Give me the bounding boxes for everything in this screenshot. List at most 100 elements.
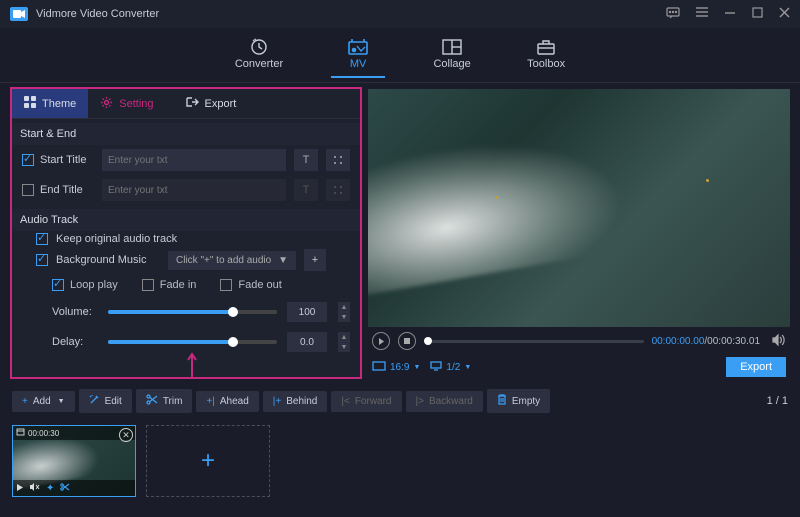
empty-button[interactable]: Empty [487,389,550,413]
add-audio-button[interactable]: + [304,249,326,271]
fadeout-checkbox[interactable] [220,279,232,291]
mute-icon[interactable] [30,483,40,494]
plus-icon: + [22,396,28,407]
export-button[interactable]: Export [726,357,786,377]
ratio-value: 16:9 [390,362,409,373]
start-title-checkbox[interactable] [22,154,34,166]
bottom-toolbar: +Add▼ Edit Trim +|Ahead |+Behind |<Forwa… [0,383,800,419]
stop-button[interactable] [398,332,416,350]
progress-bar[interactable] [424,340,644,343]
section-audio-track: Audio Track [12,209,360,231]
settings-panel: Theme Setting Export Start & End Start T… [10,87,362,379]
aspect-ratio-dropdown[interactable]: 16:9 ▼ [372,361,420,374]
video-preview [368,89,790,327]
end-title-input [102,179,286,201]
delay-up[interactable]: ▲ [338,332,350,342]
expand-icon[interactable] [326,149,350,171]
clip-thumbnail[interactable]: 00:00:30 ✕ ✦ [12,425,136,497]
end-title-checkbox[interactable] [22,184,34,196]
export-icon [186,96,199,111]
forward-button[interactable]: |<Forward [331,391,401,412]
cut-icon[interactable] [60,483,70,494]
mv-icon [347,38,369,56]
volume-slider[interactable] [108,310,277,314]
maximize-icon[interactable] [752,7,763,22]
chevron-down-icon: ▼ [278,255,288,266]
volume-value[interactable]: 100 [287,302,327,322]
nav-toolbox[interactable]: Toolbox [519,34,573,78]
pager: 1 / 1 [767,395,788,407]
play-button[interactable] [372,332,390,350]
ahead-button[interactable]: +|Ahead [196,391,258,412]
collage-icon [441,38,463,56]
tab-label: Theme [42,98,76,110]
delay-slider[interactable] [108,340,277,344]
fadeout-label: Fade out [238,279,281,291]
nav-mv[interactable]: MV [331,34,385,78]
chevron-down-icon: ▼ [413,364,420,371]
tab-setting[interactable]: Setting [88,89,165,118]
fadein-checkbox[interactable] [142,279,154,291]
nav-label: Toolbox [527,58,565,70]
gear-icon [100,96,113,112]
behind-icon: |+ [273,396,281,407]
trash-icon [497,394,507,408]
speed-dropdown[interactable]: 1/2 ▼ [430,361,471,374]
backward-icon: |> [416,396,424,407]
time-display: 00:00:00.00/00:00:30.01 [652,336,760,347]
behind-button[interactable]: |+Behind [263,391,328,412]
annotation-arrow-icon [186,352,198,383]
nav-label: Collage [433,58,470,70]
nav-collage[interactable]: Collage [425,34,479,78]
forward-icon: |< [341,396,349,407]
text-style-button-disabled: T [294,179,318,201]
nav-converter[interactable]: Converter [227,34,291,78]
film-icon [16,428,25,438]
menu-icon[interactable] [696,7,708,22]
app-title: Vidmore Video Converter [36,8,666,20]
volume-up[interactable]: ▲ [338,302,350,312]
monitor-icon [430,361,442,374]
tab-label: Setting [119,98,153,110]
feedback-icon[interactable] [666,7,680,22]
ratio-icon [372,361,386,374]
delay-label: Delay: [52,336,98,348]
play-icon[interactable] [17,483,24,494]
bg-music-checkbox[interactable] [36,254,48,266]
minimize-icon[interactable] [724,7,736,22]
add-clip-button[interactable]: + [146,425,270,497]
add-button[interactable]: +Add▼ [12,391,75,412]
loop-checkbox[interactable] [52,279,64,291]
delay-down[interactable]: ▼ [338,342,350,352]
text-style-button[interactable]: T [294,149,318,171]
bg-music-dropdown[interactable]: Click "+" to add audio ▼ [168,251,296,270]
keep-original-label: Keep original audio track [56,233,177,245]
start-title-input[interactable] [102,149,286,171]
effect-icon[interactable]: ✦ [46,483,54,494]
ahead-icon: +| [206,396,214,407]
wand-icon [89,394,100,408]
backward-button[interactable]: |>Backward [406,391,483,412]
toolbox-icon [535,38,557,56]
clip-duration: 00:00:30 [28,429,59,438]
volume-icon[interactable] [772,334,786,349]
fadein-label: Fade in [160,279,197,291]
scissors-icon [146,394,158,408]
end-title-label: End Title [40,184,96,196]
theme-icon [24,96,36,111]
close-icon[interactable] [779,7,790,22]
app-logo-icon [10,7,28,21]
nav-label: Converter [235,58,283,70]
chevron-down-icon: ▼ [58,398,65,405]
remove-clip-button[interactable]: ✕ [119,428,133,442]
trim-button[interactable]: Trim [136,389,193,413]
section-start-end: Start & End [12,123,360,145]
tab-export[interactable]: Export [174,89,249,118]
keep-original-checkbox[interactable] [36,233,48,245]
timeline: 00:00:30 ✕ ✦ + [0,419,800,503]
volume-down[interactable]: ▼ [338,312,350,322]
delay-value[interactable]: 0.0 [287,332,327,352]
converter-icon [248,38,270,56]
tab-theme[interactable]: Theme [12,89,88,118]
edit-button[interactable]: Edit [79,389,132,413]
